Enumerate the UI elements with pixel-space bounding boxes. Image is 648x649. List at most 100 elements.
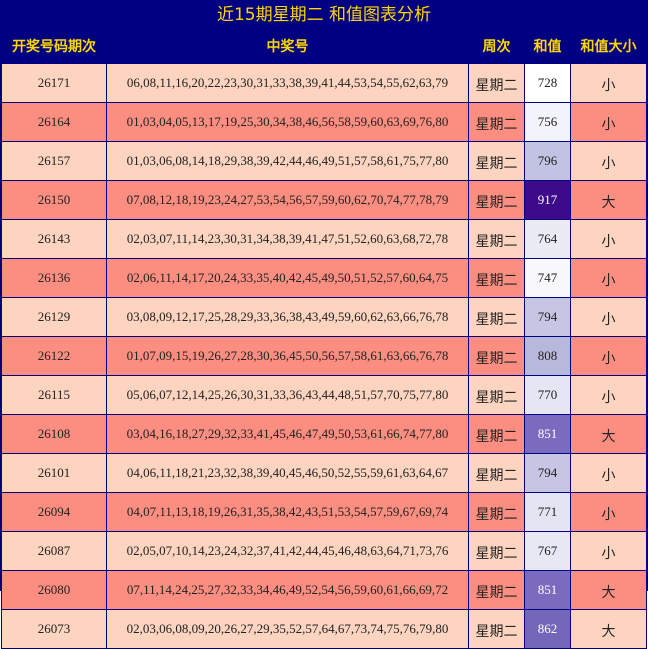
issue-cell: 26171 bbox=[2, 64, 106, 102]
numbers-cell: 03,08,09,12,17,25,28,29,33,36,38,43,49,5… bbox=[107, 298, 468, 336]
numbers-cell: 02,03,07,11,14,23,30,31,34,38,39,41,47,5… bbox=[107, 220, 468, 258]
sum-size-cell: 小 bbox=[571, 259, 646, 297]
sum-cell: 851 bbox=[525, 571, 570, 609]
numbers-cell: 01,07,09,15,19,26,27,28,30,36,45,50,56,5… bbox=[107, 337, 468, 375]
sum-cell: 728 bbox=[525, 64, 570, 102]
numbers-cell: 04,06,11,18,21,23,32,38,39,40,45,46,50,5… bbox=[107, 454, 468, 492]
sum-cell: 917 bbox=[525, 181, 570, 219]
sum-size-cell: 小 bbox=[571, 298, 646, 336]
table-header-row: 开奖号码期次 中奖号 周次 和值 和值大小 bbox=[2, 29, 646, 63]
table-row: 26087 02,05,07,10,14,23,24,32,37,41,42,44… bbox=[2, 532, 646, 570]
table-row: 26143 02,03,07,11,14,23,30,31,34,38,39,41… bbox=[2, 220, 646, 258]
weekday-cell: 星期二 bbox=[469, 376, 524, 414]
issue-cell: 26073 bbox=[2, 610, 106, 648]
table-body: 26171 06,08,11,16,20,22,23,30,31,33,38,39… bbox=[2, 64, 646, 648]
sum-size-cell: 大 bbox=[571, 610, 646, 648]
weekday-cell: 星期二 bbox=[469, 610, 524, 648]
table-row: 26157 01,03,06,08,14,18,29,38,39,42,44,46… bbox=[2, 142, 646, 180]
table-row: 26171 06,08,11,16,20,22,23,30,31,33,38,39… bbox=[2, 64, 646, 102]
sum-cell: 756 bbox=[525, 103, 570, 141]
sum-size-cell: 小 bbox=[571, 454, 646, 492]
numbers-cell: 07,08,12,18,19,23,24,27,53,54,56,57,59,6… bbox=[107, 181, 468, 219]
sum-cell: 808 bbox=[525, 337, 570, 375]
sum-size-cell: 小 bbox=[571, 103, 646, 141]
weekday-cell: 星期二 bbox=[469, 493, 524, 531]
issue-cell: 26150 bbox=[2, 181, 106, 219]
table-row: 26080 07,11,14,24,25,27,32,33,34,46,49,52… bbox=[2, 571, 646, 609]
issue-cell: 26122 bbox=[2, 337, 106, 375]
header-numbers: 中奖号 bbox=[107, 29, 468, 63]
numbers-cell: 01,03,04,05,13,17,19,25,30,34,38,46,56,5… bbox=[107, 103, 468, 141]
weekday-cell: 星期二 bbox=[469, 64, 524, 102]
weekday-cell: 星期二 bbox=[469, 103, 524, 141]
issue-cell: 26129 bbox=[2, 298, 106, 336]
header-weekday: 周次 bbox=[469, 29, 524, 63]
sum-cell: 767 bbox=[525, 532, 570, 570]
table-row: 26115 05,06,07,12,14,25,26,30,31,33,36,43… bbox=[2, 376, 646, 414]
weekday-cell: 星期二 bbox=[469, 220, 524, 258]
issue-cell: 26143 bbox=[2, 220, 106, 258]
sum-size-cell: 小 bbox=[571, 532, 646, 570]
table-row: 26073 02,03,06,08,09,20,26,27,29,35,52,57… bbox=[2, 610, 646, 648]
sum-size-cell: 大 bbox=[571, 415, 646, 453]
sum-size-cell: 小 bbox=[571, 337, 646, 375]
issue-cell: 26108 bbox=[2, 415, 106, 453]
table-row: 26108 03,04,16,18,27,29,32,33,41,45,46,47… bbox=[2, 415, 646, 453]
weekday-cell: 星期二 bbox=[469, 181, 524, 219]
numbers-cell: 07,11,14,24,25,27,32,33,34,46,49,52,54,5… bbox=[107, 571, 468, 609]
sum-cell: 862 bbox=[525, 610, 570, 648]
sum-size-cell: 小 bbox=[571, 376, 646, 414]
numbers-cell: 02,05,07,10,14,23,24,32,37,41,42,44,45,4… bbox=[107, 532, 468, 570]
weekday-cell: 星期二 bbox=[469, 259, 524, 297]
weekday-cell: 星期二 bbox=[469, 142, 524, 180]
numbers-cell: 05,06,07,12,14,25,26,30,31,33,36,43,44,4… bbox=[107, 376, 468, 414]
weekday-cell: 星期二 bbox=[469, 454, 524, 492]
issue-cell: 26136 bbox=[2, 259, 106, 297]
sum-size-cell: 小 bbox=[571, 493, 646, 531]
numbers-cell: 02,03,06,08,09,20,26,27,29,35,52,57,64,6… bbox=[107, 610, 468, 648]
weekday-cell: 星期二 bbox=[469, 298, 524, 336]
sum-cell: 794 bbox=[525, 298, 570, 336]
weekday-cell: 星期二 bbox=[469, 571, 524, 609]
sum-size-cell: 小 bbox=[571, 142, 646, 180]
sum-cell: 747 bbox=[525, 259, 570, 297]
issue-cell: 26087 bbox=[2, 532, 106, 570]
sum-cell: 770 bbox=[525, 376, 570, 414]
table-row: 26094 04,07,11,13,18,19,26,31,35,38,42,43… bbox=[2, 493, 646, 531]
numbers-cell: 01,03,06,08,14,18,29,38,39,42,44,46,49,5… bbox=[107, 142, 468, 180]
issue-cell: 26157 bbox=[2, 142, 106, 180]
header-sum: 和值 bbox=[525, 29, 570, 63]
table-row: 26101 04,06,11,18,21,23,32,38,39,40,45,46… bbox=[2, 454, 646, 492]
table-row: 26136 02,06,11,14,17,20,24,33,35,40,42,45… bbox=[2, 259, 646, 297]
issue-cell: 26080 bbox=[2, 571, 106, 609]
weekday-cell: 星期二 bbox=[469, 415, 524, 453]
table-row: 26122 01,07,09,15,19,26,27,28,30,36,45,50… bbox=[2, 337, 646, 375]
sum-size-cell: 小 bbox=[571, 220, 646, 258]
sum-analysis-panel: 近15期星期二 和值图表分析 开奖号码期次 中奖号 周次 和值 和值大小 261… bbox=[0, 0, 648, 649]
sum-cell: 851 bbox=[525, 415, 570, 453]
sum-cell: 764 bbox=[525, 220, 570, 258]
numbers-cell: 02,06,11,14,17,20,24,33,35,40,42,45,49,5… bbox=[107, 259, 468, 297]
weekday-cell: 星期二 bbox=[469, 532, 524, 570]
header-sum-size: 和值大小 bbox=[571, 29, 646, 63]
sum-size-cell: 大 bbox=[571, 571, 646, 609]
sum-size-cell: 小 bbox=[571, 64, 646, 102]
numbers-cell: 03,04,16,18,27,29,32,33,41,45,46,47,49,5… bbox=[107, 415, 468, 453]
weekday-cell: 星期二 bbox=[469, 337, 524, 375]
sum-size-cell: 大 bbox=[571, 181, 646, 219]
numbers-cell: 04,07,11,13,18,19,26,31,35,38,42,43,51,5… bbox=[107, 493, 468, 531]
issue-cell: 26094 bbox=[2, 493, 106, 531]
sum-cell: 771 bbox=[525, 493, 570, 531]
sum-cell: 794 bbox=[525, 454, 570, 492]
table-row: 26150 07,08,12,18,19,23,24,27,53,54,56,57… bbox=[2, 181, 646, 219]
sum-cell: 796 bbox=[525, 142, 570, 180]
issue-cell: 26115 bbox=[2, 376, 106, 414]
header-issue: 开奖号码期次 bbox=[2, 29, 106, 63]
issue-cell: 26164 bbox=[2, 103, 106, 141]
page-title: 近15期星期二 和值图表分析 bbox=[1, 1, 647, 29]
numbers-cell: 06,08,11,16,20,22,23,30,31,33,38,39,41,4… bbox=[107, 64, 468, 102]
table-row: 26129 03,08,09,12,17,25,28,29,33,36,38,43… bbox=[2, 298, 646, 336]
draw-results-table: 开奖号码期次 中奖号 周次 和值 和值大小 26171 06,08,11,16,2… bbox=[1, 28, 647, 649]
issue-cell: 26101 bbox=[2, 454, 106, 492]
table-row: 26164 01,03,04,05,13,17,19,25,30,34,38,46… bbox=[2, 103, 646, 141]
